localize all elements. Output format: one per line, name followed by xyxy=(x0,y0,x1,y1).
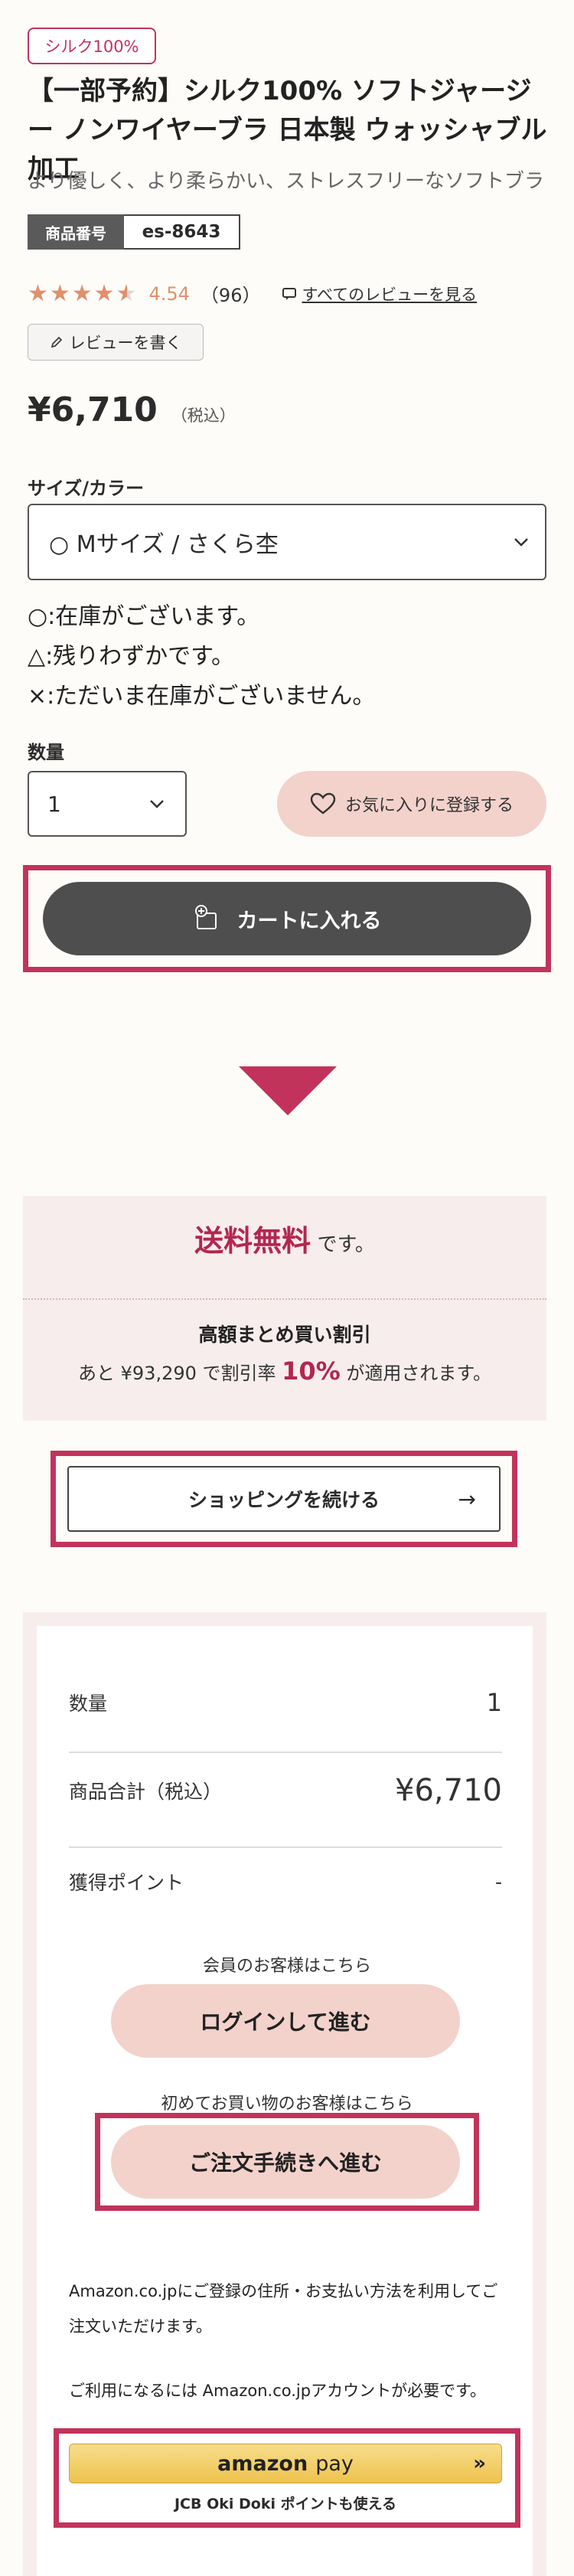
add-to-cart-label: カートに入れる xyxy=(236,909,382,933)
login-button[interactable]: ログインして進む xyxy=(111,1984,460,2058)
rating-value: 4.54 xyxy=(148,282,190,305)
summary-points-value: - xyxy=(494,1870,502,1893)
rating-row: ★★★★★ 4.54 （96） すべてのレビューを見る xyxy=(28,280,477,307)
continue-shopping-button[interactable]: ショッピングを続ける → xyxy=(67,1466,501,1532)
amazon-note-1: Amazon.co.jpにご登録の住所・お支払い方法を利用してご注文いただけます… xyxy=(69,2282,498,2336)
amazon-pay-button[interactable]: amazon pay » xyxy=(69,2444,502,2483)
bulk-discount-title: 高額まとめ買い割引 xyxy=(198,1324,371,1346)
summary-subtotal-label: 商品合計（税込） xyxy=(69,1781,223,1803)
amazon-note-2: ご利用になるには Amazon.co.jpアカウントが必要です。 xyxy=(69,2382,486,2400)
bulk-discount-text: あと ¥93,290 で割引率 10% が適用されます。 xyxy=(23,1357,546,1386)
legend-in-stock: ○:在庫がございます。 xyxy=(28,603,260,630)
continue-shopping-label: ショッピングを続ける xyxy=(188,1489,380,1511)
summary-points-label: 獲得ポイント xyxy=(69,1872,184,1894)
pencil-icon xyxy=(51,336,62,348)
free-shipping-strong: 送料無料 xyxy=(194,1224,311,1258)
quantity-label: 数量 xyxy=(28,742,64,763)
amazon-logo: amazon xyxy=(217,2451,308,2476)
stock-legend: ○:在庫がございます。 △:残りわずかです。 ×:ただいま在庫がございません。 xyxy=(28,597,375,717)
chevron-down-icon xyxy=(514,538,528,547)
proceed-order-button[interactable]: ご注文手続きへ進む xyxy=(111,2125,460,2199)
sku-value: es-8643 xyxy=(124,214,240,250)
free-shipping-suffix: です。 xyxy=(317,1233,375,1256)
chevron-down-icon xyxy=(150,800,164,808)
price-value: ¥6,710 xyxy=(28,390,158,429)
all-reviews-link[interactable]: すべてのレビューを見る xyxy=(282,282,477,305)
add-favorite-button[interactable]: お気に入りに登録する xyxy=(277,771,546,837)
summary-subtotal-value: ¥6,710 xyxy=(395,1773,502,1808)
proceed-order-label: ご注文手続きへ進む xyxy=(188,2150,382,2176)
size-color-selected: ○ Mサイズ / さくら杢 xyxy=(49,531,279,558)
cart-icon xyxy=(194,905,217,929)
quantity-selected: 1 xyxy=(47,791,61,817)
shipping-box: 送料無料 です。 高額まとめ買い割引 あと ¥93,290 で割引率 10% が… xyxy=(23,1196,546,1421)
summary-subtotal-row: 商品合計（税込） ¥6,710 xyxy=(69,1773,502,1808)
divider xyxy=(23,1298,546,1300)
quantity-select[interactable]: 1 xyxy=(28,771,187,837)
double-chevron-right-icon: » xyxy=(473,2452,486,2475)
sku-box: 商品番号 es-8643 xyxy=(28,214,240,250)
member-note: 会員のお客様はこちら xyxy=(202,1957,371,1976)
login-label: ログインして進む xyxy=(200,2010,371,2035)
star-rating-icon: ★★★★★ xyxy=(28,280,139,307)
summary-qty-label: 数量 xyxy=(69,1693,108,1715)
size-color-select[interactable]: ○ Mサイズ / さくら杢 xyxy=(28,504,546,580)
divider xyxy=(69,1846,502,1848)
amazon-pay-subtext: JCB Oki Doki ポイントも使える xyxy=(174,2496,397,2512)
add-to-cart-button[interactable]: カートに入れる xyxy=(43,882,531,955)
write-review-button[interactable]: レビューを書く xyxy=(28,324,204,361)
first-time-note: 初めてお買い物のお客様はこちら xyxy=(161,2094,413,2114)
arrow-down-icon xyxy=(239,1066,337,1115)
add-favorite-label: お気に入りに登録する xyxy=(344,796,514,815)
chat-icon xyxy=(282,287,297,300)
free-shipping-text: 送料無料 です。 xyxy=(23,1217,546,1259)
silk-tag: シルク100% xyxy=(28,28,156,64)
sku-label: 商品番号 xyxy=(28,214,124,250)
summary-points-row: 獲得ポイント - xyxy=(69,1868,502,1895)
all-reviews-label: すべてのレビューを見る xyxy=(302,285,478,304)
divider xyxy=(69,1752,502,1753)
summary-qty-value: 1 xyxy=(486,1688,502,1717)
heart-icon xyxy=(310,792,336,815)
product-subtitle: より優しく、より柔らかい、ストレスフリーなソフトブラ xyxy=(28,170,544,193)
bulk-suffix: が適用されます。 xyxy=(340,1363,491,1384)
bulk-prefix: あと ¥93,290 で割引率 xyxy=(78,1363,282,1384)
legend-out-of-stock: ×:ただいま在庫がございません。 xyxy=(28,683,376,710)
tax-label: （税込） xyxy=(171,406,236,425)
arrow-right-icon: → xyxy=(458,1486,476,1512)
write-review-label: レビューを書く xyxy=(69,334,182,352)
price-row: ¥6,710 （税込） xyxy=(28,390,236,429)
legend-few-left: △:残りわずかです。 xyxy=(28,643,235,670)
size-color-label: サイズ/カラー xyxy=(28,478,145,499)
bulk-rate: 10% xyxy=(282,1357,341,1386)
summary-qty-row: 数量 1 xyxy=(69,1688,502,1717)
rating-count: （96） xyxy=(200,285,261,306)
amazon-pay-label: pay xyxy=(315,2451,354,2476)
